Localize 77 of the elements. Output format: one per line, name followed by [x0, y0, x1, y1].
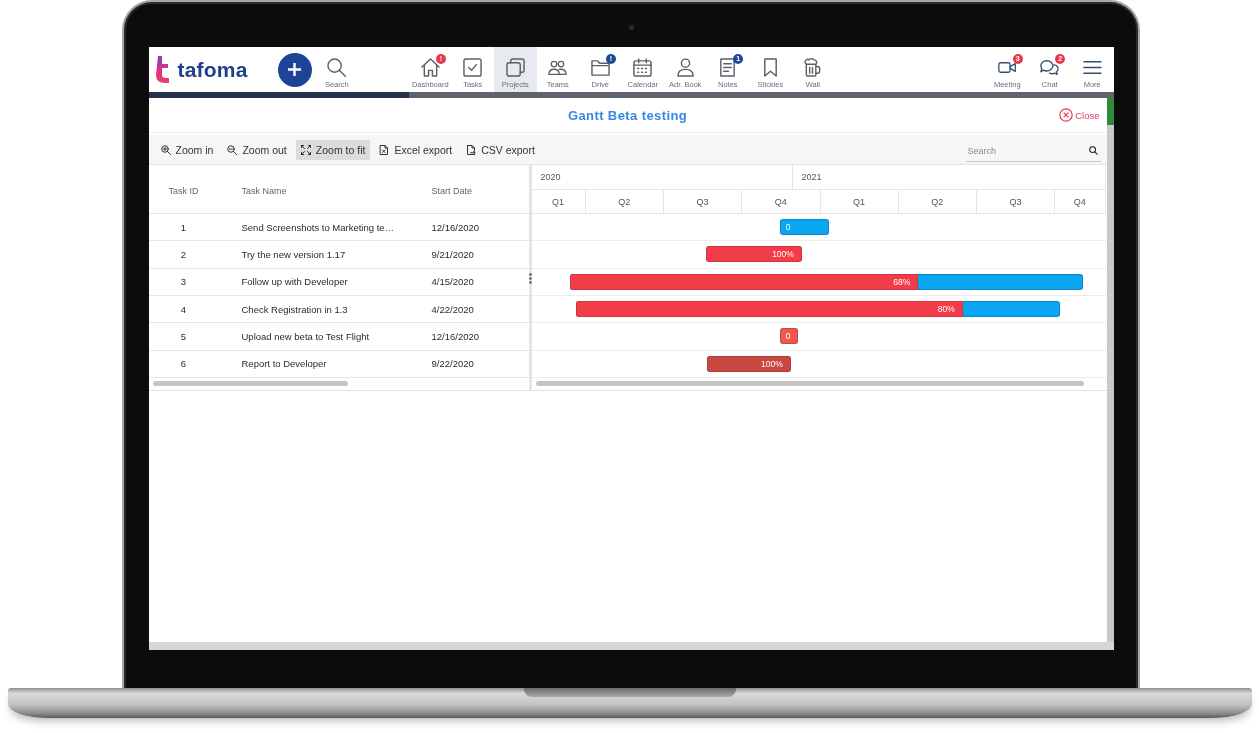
search-icon: [327, 58, 347, 77]
task-bar[interactable]: 0: [779, 328, 798, 345]
close-icon: [1059, 108, 1074, 122]
toolbar-button[interactable]: Zoom out: [222, 139, 292, 160]
progress-label: 0: [784, 331, 791, 342]
column-header: Start Date: [431, 186, 473, 196]
quarter-header-cell: Q2: [585, 190, 664, 213]
plus-icon: [287, 62, 303, 77]
quarter-header-cell: Q1: [820, 190, 899, 213]
spreadsheet-file-icon: [379, 144, 390, 155]
quarter-header-cell: Q3: [977, 190, 1056, 213]
toolbar-button[interactable]: Excel export: [374, 139, 458, 160]
quarter-header-cell: Q3: [664, 190, 743, 213]
folder-icon: [590, 58, 610, 77]
close-button[interactable]: Close: [1059, 108, 1100, 122]
column-header: Task Name: [241, 186, 287, 196]
quarter-header-cell: Q1: [531, 190, 586, 213]
document-icon: [718, 58, 738, 77]
task-bar[interactable]: 100%: [705, 246, 802, 263]
progress-label: 68%: [893, 276, 911, 287]
progress-label: 0: [784, 222, 791, 233]
search-field[interactable]: Search: [965, 140, 1101, 162]
toolbar-button[interactable]: CSV export: [461, 139, 540, 160]
house-icon: [420, 58, 440, 77]
scrollbar-thumb[interactable]: [535, 381, 1084, 387]
start-date-cell: 9/22/2020: [431, 358, 474, 370]
task-name-cell: Upload new beta to Test Flight: [241, 330, 370, 342]
people-icon: [548, 58, 568, 77]
task-id-cell: 1: [180, 221, 187, 233]
task-name-cell: Send Screenshots to Marketing te…: [241, 221, 395, 233]
checkbox-icon: [463, 58, 483, 77]
task-name-cell: Try the new version 1.17: [241, 249, 346, 260]
camera-dot: [628, 25, 634, 30]
scrollbar-thumb[interactable]: [152, 381, 348, 387]
progress-label: 100%: [761, 358, 783, 369]
search-icon: [1088, 146, 1098, 155]
quarter-header-cell: Q4: [1055, 190, 1106, 213]
drag-dots-icon: [528, 273, 532, 284]
task-id-cell: 6: [180, 358, 187, 370]
zoom-in-icon: [160, 144, 171, 155]
menu-icon: [1082, 58, 1102, 77]
start-date-cell: 9/21/2020: [431, 249, 474, 260]
task-id-cell: 4: [180, 303, 187, 315]
start-date-cell: 4/22/2020: [431, 303, 474, 315]
add-button[interactable]: [277, 52, 312, 87]
mug-icon: [803, 58, 823, 77]
dialog-title: Gantt Beta testing: [567, 107, 688, 123]
logo-wordmark: tafoma: [177, 57, 248, 82]
year-header-cell: 2020: [531, 165, 793, 189]
quarter-header-cell: Q2: [898, 190, 977, 213]
year-header-cell: 2021: [792, 165, 1106, 189]
calendar-icon: [633, 58, 653, 77]
task-name-cell: Follow up with Developer: [241, 276, 348, 288]
task-name-cell: Report to Developer: [241, 358, 327, 370]
task-id-cell: 5: [180, 330, 187, 342]
start-date-cell: 12/16/2020: [431, 221, 480, 233]
toolbar-button[interactable]: Zoom to fit: [295, 139, 371, 160]
task-id-cell: 2: [180, 249, 187, 260]
progress-label: 80%: [937, 304, 955, 315]
toolbar-button[interactable]: Zoom in: [155, 139, 219, 160]
task-id-cell: 3: [180, 276, 187, 288]
stacked-squares-icon: [505, 58, 525, 77]
quarter-header-cell: Q4: [742, 190, 821, 213]
start-date-cell: 12/16/2020: [431, 330, 480, 342]
zoom-out-icon: [227, 144, 238, 155]
task-bar[interactable]: 100%: [706, 355, 791, 372]
task-bar[interactable]: 80%: [575, 301, 1060, 318]
file-export-icon: [466, 144, 477, 155]
chat-bubbles-icon: [1040, 58, 1060, 77]
task-name-cell: Check Registration in 1.3: [241, 303, 348, 315]
start-date-cell: 4/15/2020: [431, 276, 474, 288]
logo-mark-icon: [155, 56, 170, 83]
task-bar[interactable]: 68%: [569, 273, 1083, 290]
column-header: Task ID: [168, 186, 199, 196]
fit-arrows-icon: [300, 144, 311, 155]
progress-label: 100%: [772, 249, 794, 260]
person-icon: [675, 58, 695, 77]
